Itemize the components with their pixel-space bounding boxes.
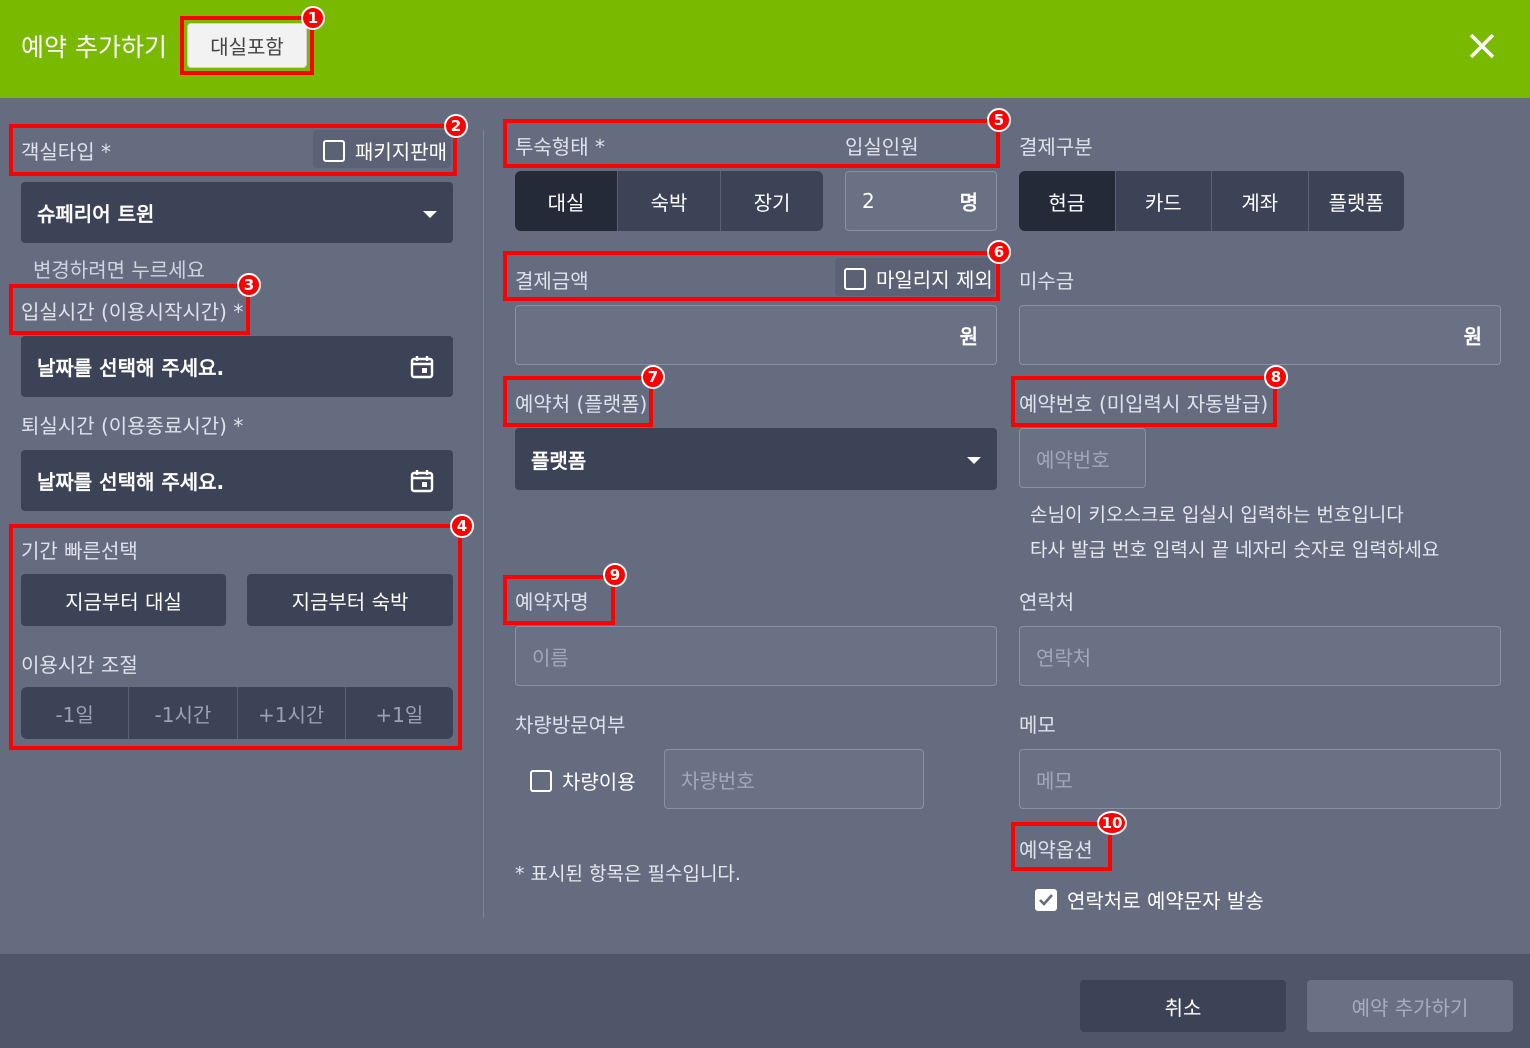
vehicle-checkbox-label: 차량이용: [562, 770, 636, 794]
calendar-icon: [410, 469, 434, 492]
sms-checkbox[interactable]: 연락처로 예약문자 발송: [1035, 885, 1264, 914]
vehicle-checkbox[interactable]: 차량이용: [530, 766, 636, 795]
chevron-down-icon: [423, 210, 437, 218]
payment-card[interactable]: 카드: [1115, 171, 1212, 231]
amount-unit: 원: [959, 324, 978, 349]
stay-type-segment: 대실 숙박 장기: [515, 171, 823, 231]
contact-input[interactable]: 연락처: [1019, 626, 1501, 686]
booking-note-1: 손님이 키오스크로 입실시 입력하는 번호입니다: [1030, 504, 1404, 526]
vehicle-number-input[interactable]: 차량번호: [664, 749, 924, 809]
checkin-date-picker[interactable]: 날짜를 선택해 주세요.: [21, 336, 453, 397]
guests-input[interactable]: 2 명: [845, 171, 997, 231]
annotation-box-10: [1011, 822, 1112, 871]
source-select[interactable]: 플랫폼: [515, 428, 997, 490]
stay-type-overnight[interactable]: 숙박: [618, 171, 721, 231]
annotation-box-6: [503, 251, 1000, 301]
checkbox-checked-icon: [1035, 888, 1057, 911]
booker-input[interactable]: 이름: [515, 626, 997, 686]
modal-footer: [0, 954, 1530, 1048]
checkout-placeholder: 날짜를 선택해 주세요.: [37, 470, 225, 494]
required-note: * 표시된 항목은 필수입니다.: [515, 863, 741, 885]
annotation-number-7: 7: [641, 365, 665, 389]
annotation-box-3: [9, 284, 250, 335]
annotation-box-4: [9, 524, 462, 750]
memo-placeholder: 메모: [1036, 768, 1073, 793]
stay-type-rent[interactable]: 대실: [515, 171, 618, 231]
booker-placeholder: 이름: [532, 645, 569, 670]
column-divider: [483, 130, 484, 918]
close-icon[interactable]: [1462, 26, 1502, 66]
annotation-number-8: 8: [1264, 365, 1288, 389]
annotation-box-2: [9, 124, 457, 176]
guests-unit: 명: [959, 190, 978, 215]
chevron-down-icon: [967, 457, 981, 464]
vehicle-label: 차량방문여부: [515, 713, 626, 737]
room-type-value: 슈페리어 트윈: [37, 202, 155, 226]
annotation-number-6: 6: [987, 240, 1011, 264]
checkbox-icon: [530, 769, 552, 792]
room-type-select[interactable]: 슈페리어 트윈: [21, 182, 453, 243]
cancel-button[interactable]: 취소: [1080, 980, 1286, 1032]
add-reservation-button[interactable]: 예약 추가하기: [1307, 980, 1513, 1032]
payment-transfer[interactable]: 계좌: [1212, 171, 1309, 231]
guests-value: 2: [862, 189, 875, 213]
memo-label: 메모: [1019, 713, 1056, 737]
payment-cash[interactable]: 현금: [1019, 171, 1116, 231]
payment-label: 결제구분: [1019, 135, 1093, 159]
sms-label: 연락처로 예약문자 발송: [1067, 889, 1264, 913]
annotation-number-3: 3: [237, 273, 261, 297]
contact-label: 연락처: [1019, 590, 1075, 614]
checkin-placeholder: 날짜를 선택해 주세요.: [37, 356, 225, 380]
vehicle-placeholder: 차량번호: [681, 768, 755, 793]
unpaid-input[interactable]: 원: [1019, 305, 1501, 365]
unpaid-unit: 원: [1463, 324, 1482, 349]
annotation-number-2: 2: [444, 114, 468, 138]
annotation-number-10: 10: [1097, 811, 1127, 835]
annotation-box-7: [503, 376, 653, 427]
memo-input[interactable]: 메모: [1019, 749, 1501, 809]
checkout-date-picker[interactable]: 날짜를 선택해 주세요.: [21, 450, 453, 511]
amount-input[interactable]: 원: [515, 305, 997, 365]
contact-placeholder: 연락처: [1036, 645, 1092, 670]
annotation-number-4: 4: [450, 514, 474, 538]
annotation-number-5: 5: [987, 108, 1011, 132]
annotation-box-9: [503, 575, 615, 625]
room-type-hint: 변경하려면 누르세요: [33, 258, 205, 282]
payment-type-segment: 현금 카드 계좌 플랫폼: [1019, 171, 1404, 231]
stay-type-long[interactable]: 장기: [721, 171, 823, 231]
annotation-box-8: [1011, 376, 1277, 427]
payment-platform[interactable]: 플랫폼: [1308, 171, 1404, 231]
source-value: 플랫폼: [531, 448, 587, 473]
unpaid-label: 미수금: [1019, 269, 1075, 293]
checkout-label: 퇴실시간 (이용종료시간) *: [21, 414, 244, 438]
annotation-number-9: 9: [603, 563, 627, 587]
calendar-icon: [410, 355, 434, 378]
annotation-number-1: 1: [301, 6, 325, 30]
annotation-box-5: [503, 119, 1000, 168]
annotation-box-1: [180, 16, 314, 75]
booking-note-2: 타사 발급 번호 입력시 끝 네자리 숫자로 입력하세요: [1030, 539, 1440, 561]
booking-number-placeholder: 예약번호: [1036, 447, 1110, 472]
booking-number-input[interactable]: 예약번호: [1019, 428, 1146, 488]
modal-title: 예약 추가하기: [21, 33, 167, 62]
